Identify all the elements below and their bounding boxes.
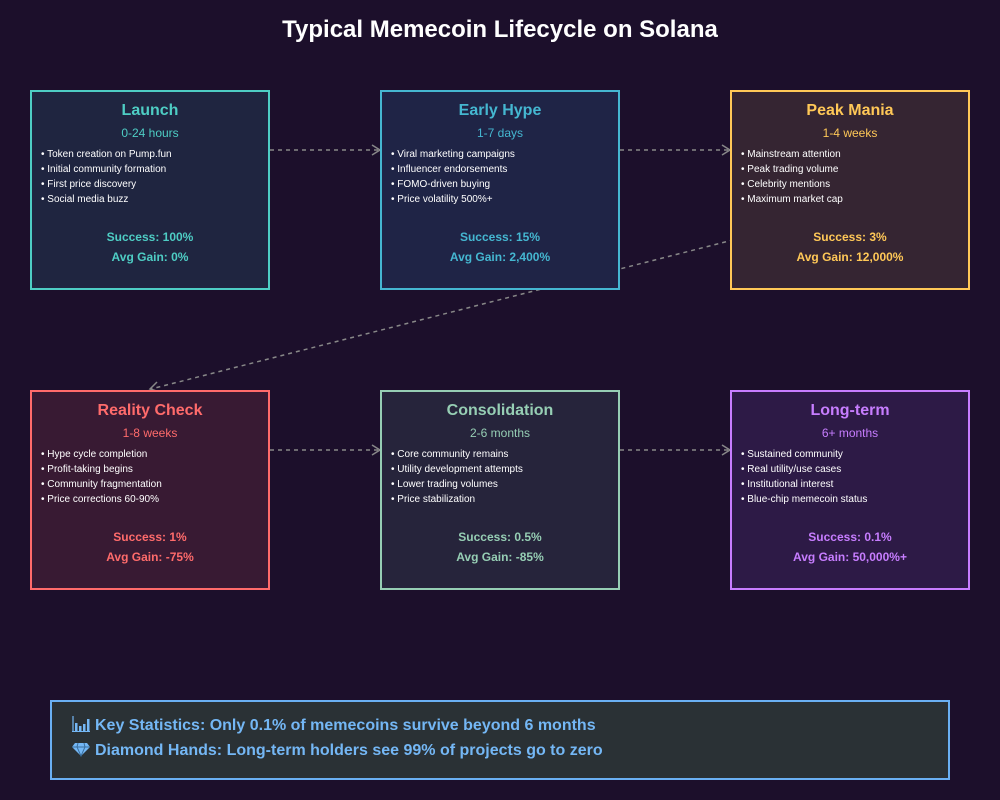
stage-bullet: • Community fragmentation bbox=[41, 479, 162, 490]
stage-bullet: • Lower trading volumes bbox=[391, 479, 498, 490]
stats-line-diamond-hands: Diamond Hands: Long-term holders see 99%… bbox=[72, 741, 603, 760]
stage-bullet: • Price stabilization bbox=[391, 494, 476, 505]
stage-duration: 1-7 days bbox=[476, 126, 524, 140]
stage-success: Success: 100% bbox=[106, 230, 194, 244]
stage-avg-gain: Avg Gain: -75% bbox=[106, 550, 194, 564]
stage-bullet: • Core community remains bbox=[391, 449, 509, 460]
stage-bullet: • Hype cycle completion bbox=[41, 449, 148, 460]
key-statistics-box: Key Statistics: Only 0.1% of memecoins s… bbox=[50, 700, 950, 780]
stage-bullets: • Mainstream attention • Peak trading vo… bbox=[741, 147, 962, 207]
stage-bullets: • Sustained community • Real utility/use… bbox=[741, 447, 962, 507]
stage-bullets: • Token creation on Pump.fun • Initial c… bbox=[41, 147, 262, 207]
stage-reality-check: Reality Check 1-8 weeks • Hype cycle com… bbox=[30, 390, 270, 590]
stage-consolidation: Consolidation 2-6 months • Core communit… bbox=[380, 390, 620, 590]
stage-bullet: • Viral marketing campaigns bbox=[391, 149, 515, 160]
stage-bullet: • Profit-taking begins bbox=[41, 464, 133, 475]
stage-success: Success: 0.1% bbox=[808, 530, 892, 544]
stage-bullets: • Core community remains • Utility devel… bbox=[391, 447, 612, 507]
stage-bullet: • Utility development attempts bbox=[391, 464, 523, 475]
stats-line-key-statistics: Key Statistics: Only 0.1% of memecoins s… bbox=[72, 716, 596, 735]
stage-bullet: • FOMO-driven buying bbox=[391, 179, 491, 190]
arrowhead-icon bbox=[371, 144, 382, 156]
stage-bullet: • Sustained community bbox=[741, 449, 843, 460]
stage-avg-gain: Avg Gain: 50,000%+ bbox=[793, 550, 907, 564]
stage-duration: 2-6 months bbox=[469, 426, 531, 440]
stage-duration: 1-4 weeks bbox=[822, 126, 878, 140]
stats-line-text: Diamond Hands: Long-term holders see 99%… bbox=[95, 742, 603, 759]
stage-bullet: • Blue-chip memecoin status bbox=[741, 494, 868, 505]
stage-avg-gain: Avg Gain: 12,000% bbox=[796, 250, 904, 264]
stage-duration: 6+ months bbox=[821, 426, 879, 440]
stage-bullet: • Price corrections 60-90% bbox=[41, 494, 159, 505]
arrowhead-icon bbox=[371, 444, 382, 456]
stage-peak-mania: Peak Mania 1-4 weeks • Mainstream attent… bbox=[730, 90, 970, 290]
stage-bullet: • Real utility/use cases bbox=[741, 464, 842, 475]
diamond-icon bbox=[72, 742, 90, 757]
stage-duration: 0-24 hours bbox=[121, 126, 179, 140]
arrowhead-icon bbox=[721, 144, 732, 156]
stage-bullet: • Institutional interest bbox=[741, 479, 834, 490]
stage-bullets: • Viral marketing campaigns • Influencer… bbox=[391, 147, 612, 207]
stage-launch: Launch 0-24 hours • Token creation on Pu… bbox=[30, 90, 270, 290]
stage-bullet: • Price volatility 500%+ bbox=[391, 194, 493, 205]
stage-bullet: • Influencer endorsements bbox=[391, 164, 508, 175]
stage-success: Success: 3% bbox=[813, 230, 887, 244]
stage-name: Launch bbox=[121, 102, 179, 119]
stage-bullet: • First price discovery bbox=[41, 179, 137, 190]
stage-bullet: • Celebrity mentions bbox=[741, 179, 831, 190]
stage-avg-gain: Avg Gain: 2,400% bbox=[449, 250, 551, 264]
stage-bullets: • Hype cycle completion • Profit-taking … bbox=[41, 447, 262, 507]
stage-name: Consolidation bbox=[446, 402, 554, 419]
stage-success: Success: 0.5% bbox=[458, 530, 542, 544]
stage-bullet: • Token creation on Pump.fun bbox=[41, 149, 172, 160]
stage-long-term: Long-term 6+ months • Sustained communit… bbox=[730, 390, 970, 590]
stage-bullet: • Social media buzz bbox=[41, 194, 129, 205]
stage-duration: 1-8 weeks bbox=[122, 426, 178, 440]
stage-bullet: • Mainstream attention bbox=[741, 149, 841, 160]
stage-bullet: • Peak trading volume bbox=[741, 164, 839, 175]
stats-line-text: Key Statistics: Only 0.1% of memecoins s… bbox=[95, 717, 596, 734]
stage-bullet: • Initial community formation bbox=[41, 164, 167, 175]
stage-bullet: • Maximum market cap bbox=[741, 194, 843, 205]
stage-success: Success: 15% bbox=[459, 230, 541, 244]
stage-avg-gain: Avg Gain: 0% bbox=[111, 250, 189, 264]
stage-name: Long-term bbox=[810, 402, 890, 419]
stage-avg-gain: Avg Gain: -85% bbox=[456, 550, 544, 564]
stage-early-hype: Early Hype 1-7 days • Viral marketing ca… bbox=[380, 90, 620, 290]
page-title: Typical Memecoin Lifecycle on Solana bbox=[282, 16, 718, 43]
arrowhead-icon bbox=[721, 444, 732, 456]
stage-success: Success: 1% bbox=[113, 530, 187, 544]
stage-name: Early Hype bbox=[458, 102, 542, 119]
stage-name: Peak Mania bbox=[806, 102, 894, 119]
bar-chart-icon bbox=[72, 716, 90, 732]
stage-name: Reality Check bbox=[97, 402, 203, 419]
